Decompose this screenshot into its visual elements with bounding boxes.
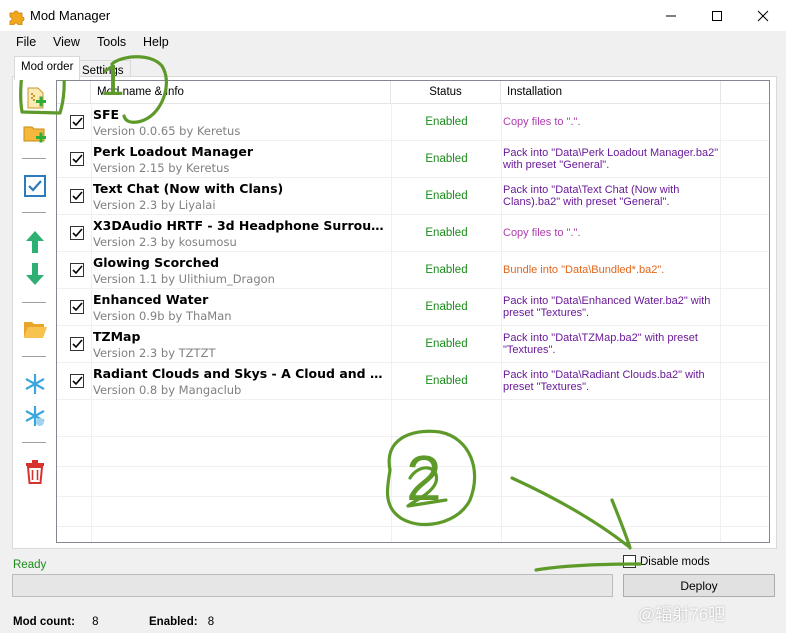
mod-status: Enabled bbox=[425, 116, 468, 128]
progress-bar bbox=[12, 574, 613, 597]
tab-mod-order[interactable]: Mod order bbox=[14, 56, 81, 80]
enabled-count-label: Enabled: bbox=[149, 616, 198, 628]
enabled-count-value: 8 bbox=[207, 616, 215, 628]
mod-name: Perk Loadout Manager bbox=[93, 144, 254, 159]
freeze-icon[interactable] bbox=[21, 370, 49, 398]
close-button[interactable] bbox=[740, 0, 786, 31]
table-row[interactable]: SFE Version 0.0.65 by Keretus Enabled Copy … bbox=[57, 104, 769, 141]
menu-tools[interactable]: Tools bbox=[97, 35, 126, 49]
window-title: Mod Manager bbox=[30, 8, 111, 23]
watermark: @辐射76吧 bbox=[638, 605, 726, 624]
move-up-icon[interactable] bbox=[21, 228, 49, 256]
mod-info: Version 2.3 by Liyalai bbox=[93, 198, 216, 212]
mod-installation: Pack into "Data\Text Chat (Now with Clan… bbox=[503, 184, 680, 208]
mod-name: Enhanced Water bbox=[93, 292, 209, 307]
mod-info: Version 0.0.65 by Keretus bbox=[93, 124, 241, 138]
mod-name: SFE bbox=[93, 107, 120, 122]
mod-info: Version 2.3 by kosumosu bbox=[93, 235, 237, 249]
unfreeze-icon[interactable] bbox=[21, 402, 49, 430]
mod-info: Version 2.15 by Keretus bbox=[93, 161, 230, 175]
mod-status: Enabled bbox=[425, 190, 468, 202]
table-row[interactable]: TZMap Version 2.3 by TZTZT Enabled Pack int… bbox=[57, 326, 769, 363]
mod-enabled-checkbox[interactable] bbox=[70, 189, 84, 203]
mod-enabled-checkbox[interactable] bbox=[70, 374, 84, 388]
mod-installation: Copy files to ".". bbox=[503, 227, 581, 239]
table-row[interactable]: Radiant Clouds and Skys - A Cloud and Sk… bbox=[57, 363, 769, 400]
deploy-button[interactable]: Deploy bbox=[623, 574, 775, 597]
toolbar-separator bbox=[22, 212, 46, 213]
mod-info: Version 0.8 by Mangaclub bbox=[93, 383, 242, 397]
mod-installation: Pack into "Data\Perk Loadout Manager.ba2… bbox=[503, 147, 719, 171]
mod-status: Enabled bbox=[425, 264, 468, 276]
mod-status: Enabled bbox=[425, 227, 468, 239]
menu-file[interactable]: File bbox=[16, 35, 36, 49]
mod-count: Mod count: 8 bbox=[13, 616, 99, 628]
mod-info: Version 1.1 by Ulithium_Dragon bbox=[93, 272, 275, 286]
mod-enabled-checkbox[interactable] bbox=[70, 226, 84, 240]
mod-enabled-checkbox[interactable] bbox=[70, 300, 84, 314]
mod-status: Enabled bbox=[425, 153, 468, 165]
mod-installation: Pack into "Data\Enhanced Water.ba2" with… bbox=[503, 295, 711, 319]
table-row[interactable]: X3DAudio HRTF - 3d Headphone Surround So… bbox=[57, 215, 769, 252]
maximize-button[interactable] bbox=[694, 0, 740, 31]
mod-enabled-checkbox[interactable] bbox=[70, 115, 84, 129]
add-folder-icon[interactable] bbox=[21, 120, 49, 148]
column-header-installation[interactable]: Installation bbox=[501, 81, 721, 104]
move-down-icon[interactable] bbox=[21, 260, 49, 288]
empty-row-line bbox=[57, 466, 769, 467]
check-all-icon[interactable] bbox=[21, 172, 49, 200]
toolbar bbox=[20, 80, 50, 484]
disable-mods-label: Disable mods bbox=[640, 555, 710, 568]
mod-status: Enabled bbox=[425, 338, 468, 350]
mod-enabled-checkbox[interactable] bbox=[70, 263, 84, 277]
mod-name: Text Chat (Now with Clans) bbox=[93, 181, 284, 196]
table-row[interactable]: Glowing Scorched Version 1.1 by Ulithium_… bbox=[57, 252, 769, 289]
enabled-count: Enabled: 8 bbox=[149, 616, 214, 628]
mod-info: Version 0.9b by ThaMan bbox=[93, 309, 232, 323]
mod-installation: Pack into "Data\Radiant Clouds.ba2" with… bbox=[503, 369, 705, 393]
mod-enabled-checkbox[interactable] bbox=[70, 337, 84, 351]
menu-bar: File View Tools Help bbox=[0, 31, 786, 53]
mod-installation: Pack into "Data\TZMap.ba2" with preset "… bbox=[503, 332, 698, 356]
mod-installation: Bundle into "Data\Bundled*.ba2". bbox=[503, 264, 665, 276]
delete-icon[interactable] bbox=[21, 458, 49, 486]
empty-row-line bbox=[57, 436, 769, 437]
empty-row-line bbox=[57, 496, 769, 497]
minimize-button[interactable] bbox=[648, 0, 694, 31]
toolbar-separator bbox=[22, 442, 46, 443]
mod-status: Enabled bbox=[425, 301, 468, 313]
list-header: Mod name & info Status Installation bbox=[57, 81, 769, 104]
column-header-name[interactable]: Mod name & info bbox=[91, 81, 391, 104]
mod-info: Version 2.3 by TZTZT bbox=[93, 346, 216, 360]
mod-installation: Copy files to ".". bbox=[503, 116, 581, 128]
toolbar-separator bbox=[22, 356, 46, 357]
table-row[interactable]: Enhanced Water Version 0.9b by ThaMan Enab… bbox=[57, 289, 769, 326]
mod-name: Glowing Scorched bbox=[93, 255, 220, 270]
mod-name: TZMap bbox=[93, 329, 141, 344]
toolbar-separator bbox=[22, 158, 46, 159]
menu-help[interactable]: Help bbox=[143, 35, 169, 49]
mod-name: X3DAudio HRTF - 3d Headphone Surround So… bbox=[93, 218, 390, 233]
add-archive-icon[interactable] bbox=[21, 84, 49, 112]
column-header-status[interactable]: Status bbox=[391, 81, 501, 104]
open-folder-icon[interactable] bbox=[21, 316, 49, 344]
mod-enabled-checkbox[interactable] bbox=[70, 152, 84, 166]
column-header-check bbox=[57, 81, 91, 104]
empty-row-line bbox=[57, 526, 769, 527]
title-bar: Mod Manager bbox=[0, 0, 786, 31]
mod-count-value: 8 bbox=[92, 616, 99, 628]
status-text: Ready bbox=[13, 559, 47, 571]
mod-status: Enabled bbox=[425, 375, 468, 387]
menu-view[interactable]: View bbox=[53, 35, 80, 49]
disable-mods-checkbox[interactable]: Disable mods bbox=[623, 555, 710, 568]
table-row[interactable]: Text Chat (Now with Clans) Version 2.3 by… bbox=[57, 178, 769, 215]
mod-count-label: Mod count: bbox=[13, 616, 75, 628]
mod-name: Radiant Clouds and Skys - A Cloud and Sk… bbox=[93, 366, 390, 381]
disable-mods-box[interactable] bbox=[623, 555, 636, 568]
puzzle-icon bbox=[8, 7, 26, 26]
table-row[interactable]: Perk Loadout Manager Version 2.15 by Kere… bbox=[57, 141, 769, 178]
mod-list[interactable]: Mod name & info Status Installation SFE V… bbox=[56, 80, 770, 543]
toolbar-separator bbox=[22, 302, 46, 303]
